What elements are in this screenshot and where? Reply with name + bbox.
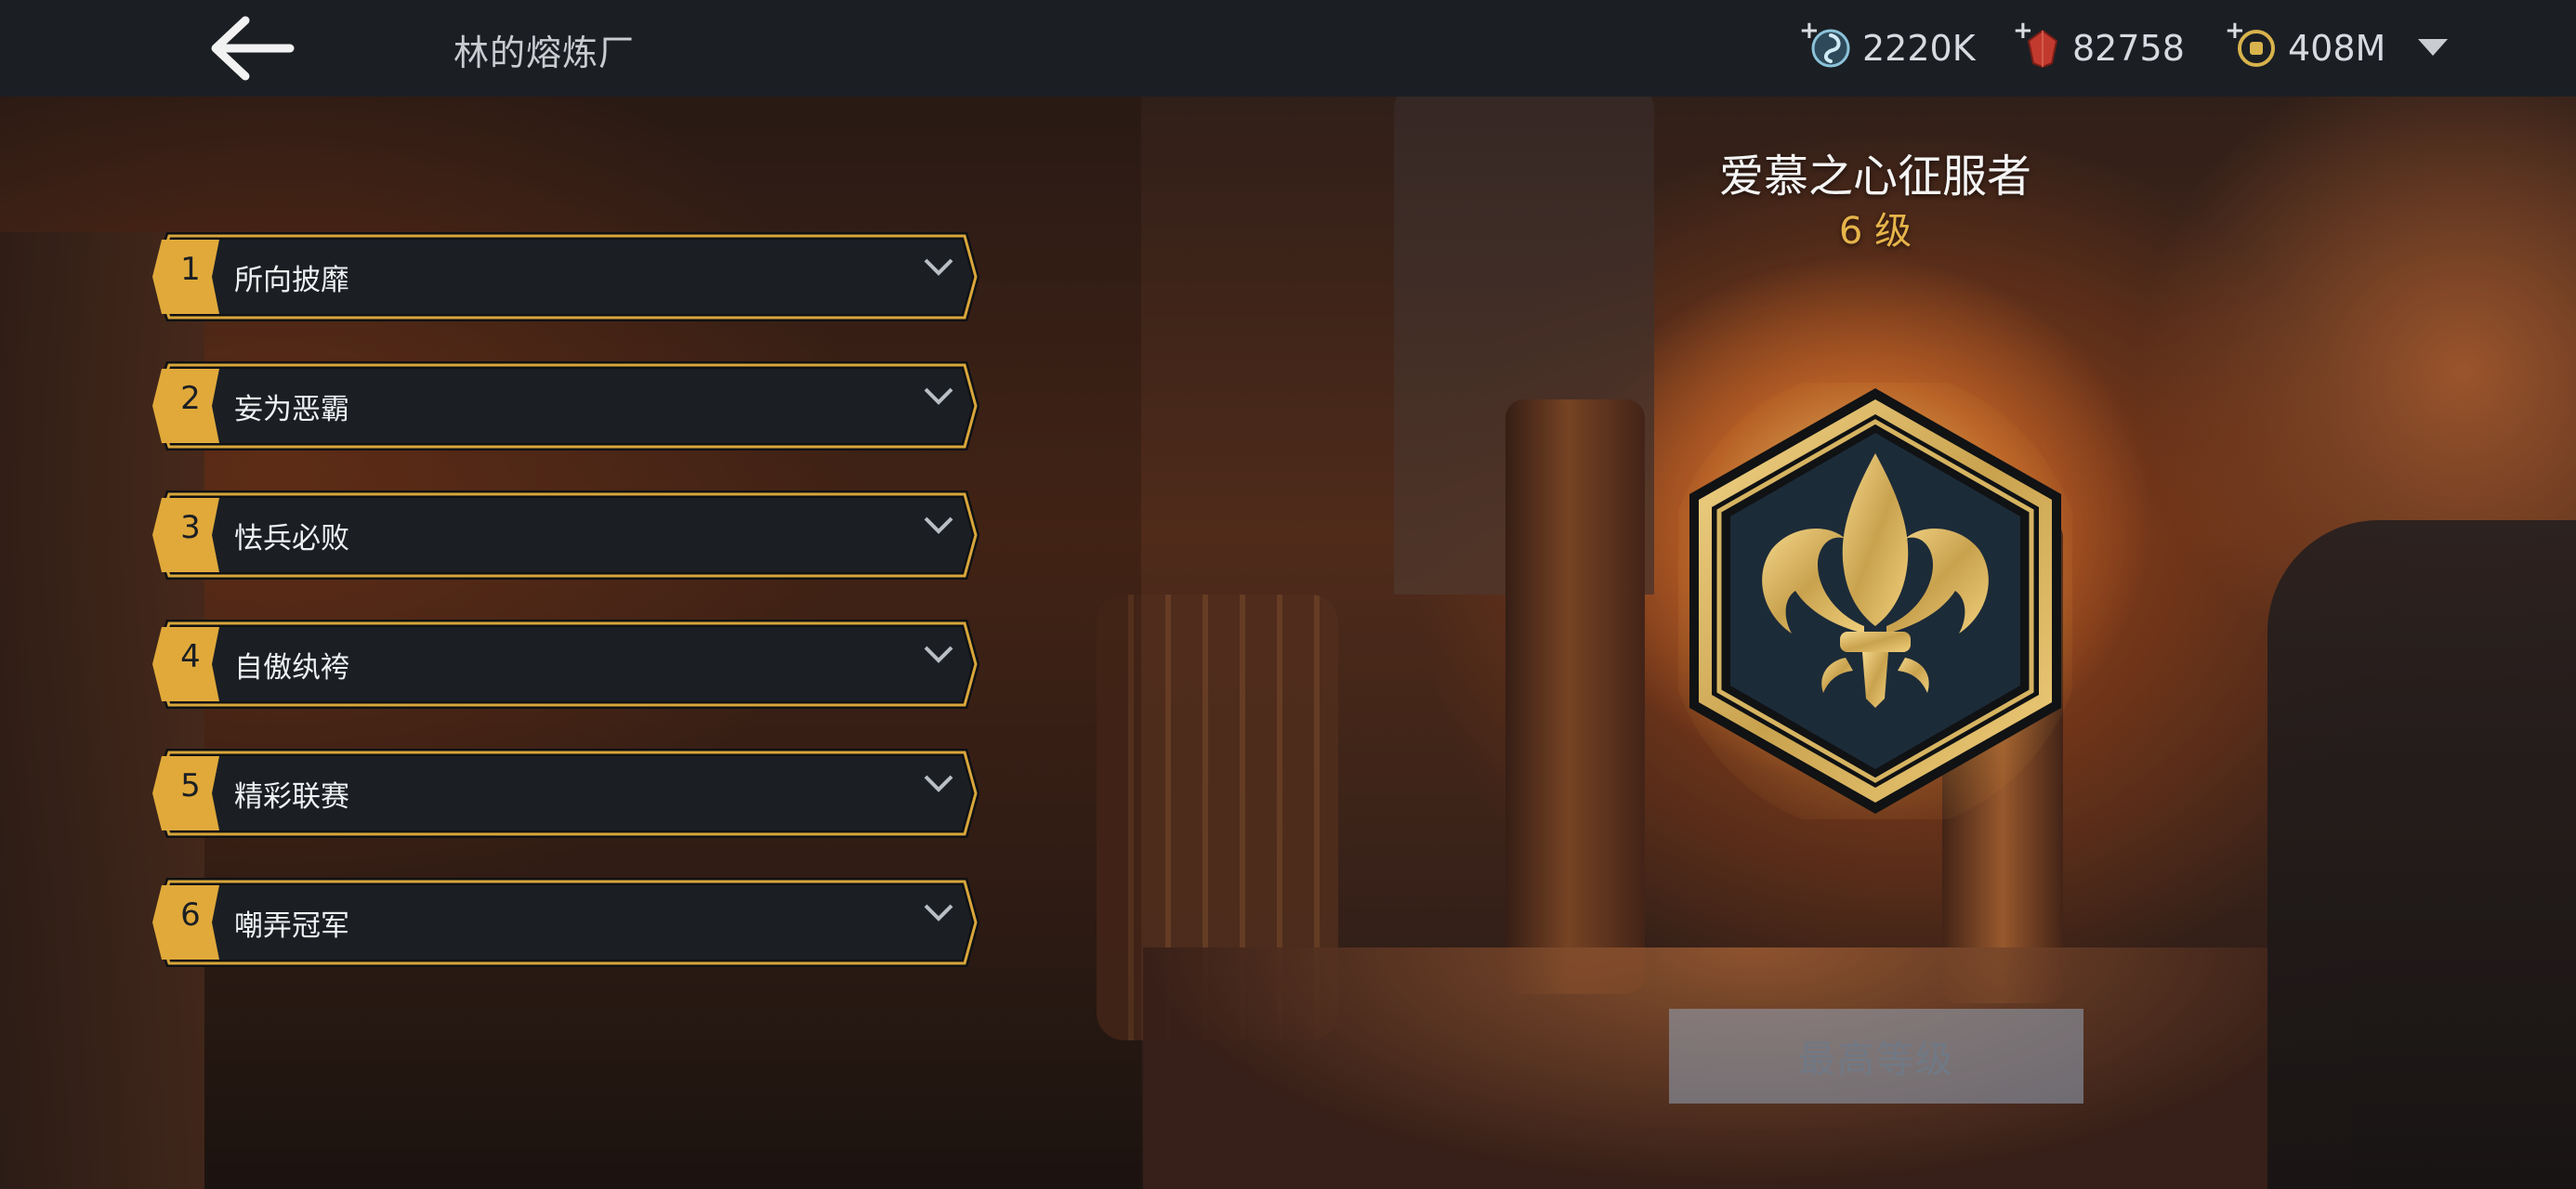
chevron-down-icon [924, 258, 953, 276]
list-item-label: 怯兵必败 [234, 522, 349, 555]
chevron-down-icon [924, 646, 953, 663]
resources-dropdown-button[interactable] [2412, 33, 2453, 61]
badge-title: 爱慕之心征服者 [1718, 150, 2031, 203]
list-item-number: 5 [180, 767, 201, 804]
triangle-down-icon [2418, 39, 2448, 56]
list-item-number: 6 [180, 896, 201, 934]
resource-gem[interactable]: + 82758 [2013, 17, 2185, 74]
list-item-1[interactable]: 1 所向披靡 [149, 230, 979, 323]
max-level-button[interactable]: 最高等级 [1669, 1009, 2083, 1104]
list-item-label: 精彩联赛 [234, 780, 349, 814]
resource-value: 82758 [2072, 28, 2185, 69]
list-item-number: 4 [180, 638, 201, 675]
list-item-label: 妄为恶霸 [234, 393, 349, 426]
page-title: 林的熔炼厂 [453, 33, 636, 73]
list-item-number: 3 [180, 509, 201, 546]
chevron-down-icon [924, 387, 953, 405]
max-level-button-label: 最高等级 [1798, 1039, 1954, 1081]
badge-level: 6 级 [1838, 210, 1912, 253]
chevron-down-icon [924, 904, 953, 921]
resource-value: 408M [2288, 28, 2386, 69]
list-item-number: 2 [180, 380, 201, 417]
list-item-3[interactable]: 3 怯兵必败 [149, 489, 979, 581]
chevron-down-icon [924, 775, 953, 792]
list-item-4[interactable]: 4 自傲纨袴 [149, 618, 979, 711]
top-bar: 林的熔炼厂 + 2220K + 82758 + 408M [0, 0, 2576, 97]
list-item-label: 所向披靡 [234, 264, 349, 297]
list-item-5[interactable]: 5 精彩联赛 [149, 747, 979, 840]
resource-value: 2220K [1862, 28, 1976, 69]
back-button[interactable] [204, 13, 307, 84]
resource-coin[interactable]: + 408M [2225, 17, 2386, 74]
list-item-6[interactable]: 6 嘲弄冠军 [149, 876, 979, 969]
list-item-2[interactable]: 2 妄为恶霸 [149, 359, 979, 452]
resource-swirl[interactable]: + 2220K [1799, 17, 1976, 74]
list-item-label: 自傲纨袴 [234, 651, 349, 685]
list-item-number: 1 [180, 251, 201, 288]
list-item-label: 嘲弄冠军 [234, 909, 349, 943]
fleur-de-lis-hexagon-badge-icon [1678, 383, 2072, 819]
chevron-down-icon [924, 516, 953, 534]
arrow-left-icon [211, 16, 295, 81]
